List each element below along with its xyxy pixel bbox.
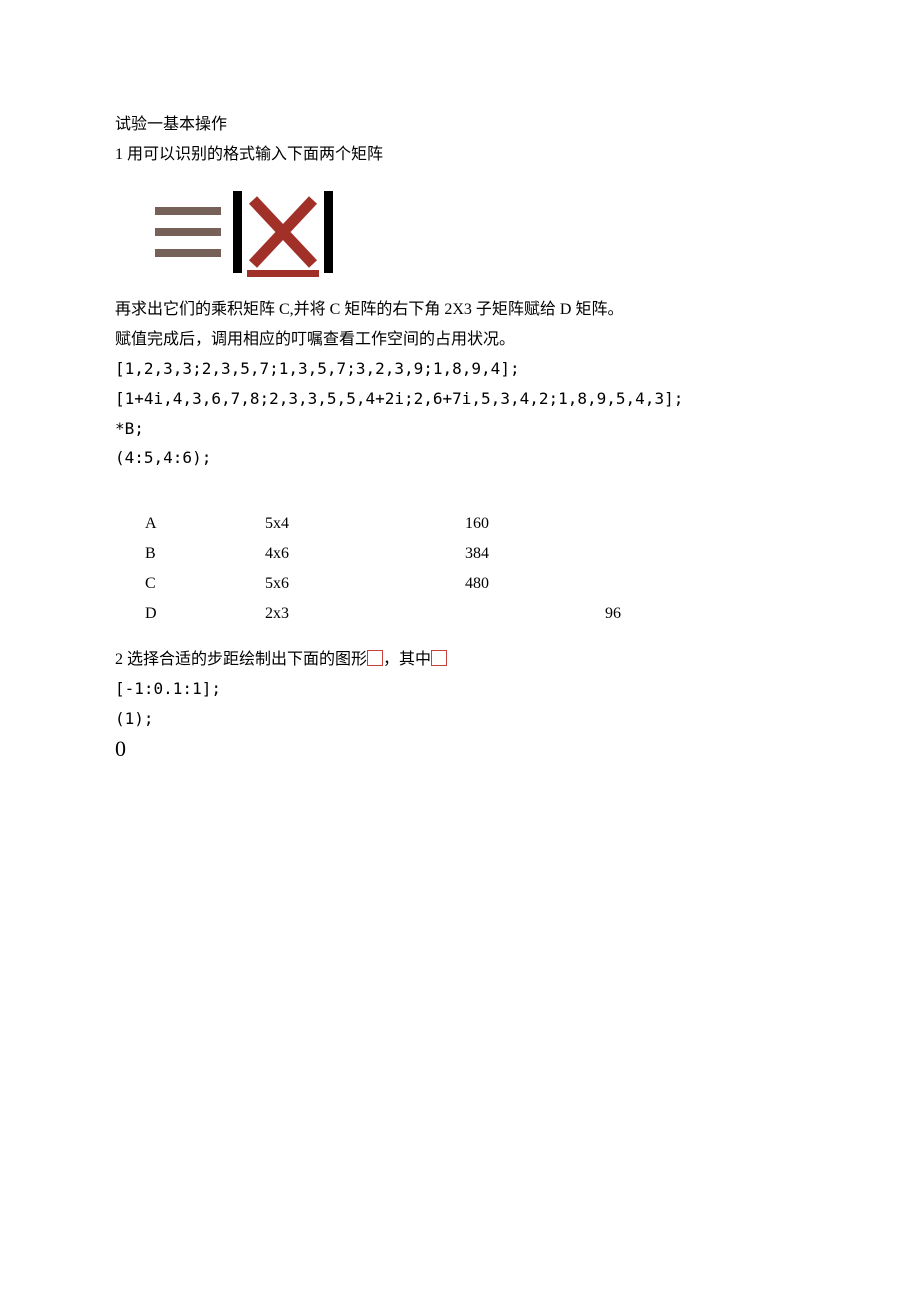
ws-extra [605,569,805,599]
table-row: A 5x4 160 [115,509,805,539]
question-2-heading: 2 选择合适的步距绘制出下面的图形 ，其中 [115,645,805,675]
placeholder-box-icon [431,650,447,666]
ws-name: A [115,509,265,539]
ws-extra [605,509,805,539]
code-line-4: (4:5,4:6); [115,443,805,473]
code-line-6: (1); [115,704,805,734]
code-line-5: [-1:0.1:1]; [115,674,805,704]
ws-name: B [115,539,265,569]
ws-extra: 96 [605,599,805,629]
zero-label: 0 [115,736,805,762]
ws-bytes: 384 [465,539,605,569]
ws-name: D [115,599,265,629]
q2-text-mid: ，其中 [383,651,431,668]
ws-size: 4x6 [265,539,465,569]
ws-bytes [465,599,605,629]
workspace-table: A 5x4 160 B 4x6 384 C 5x6 480 D 2x3 [115,509,805,645]
question-1-heading: 1 用可以识别的格式输入下面两个矩阵 [115,140,805,170]
table-row: C 5x6 480 [115,569,805,599]
code-line-3: *B; [115,414,805,444]
ws-bytes: 160 [465,509,605,539]
ws-size: 5x6 [265,569,465,599]
table-row: D 2x3 96 [115,599,805,629]
matrix-glyph-figure [155,187,805,277]
ws-bytes: 480 [465,569,605,599]
paragraph-2: 赋值完成后，调用相应的叮嘱查看工作空间的占用状况。 [115,325,805,355]
table-row: B 4x6 384 [115,539,805,569]
ws-extra [605,539,805,569]
trigram-icon [155,199,221,265]
code-line-1: [1,2,3,3;2,3,5,7;1,3,5,7;3,2,3,9;1,8,9,4… [115,354,805,384]
code-line-2: [1+4i,4,3,6,7,8;2,3,3,5,5,4+2i;2,6+7i,5,… [115,384,805,414]
doc-title: 试验一基本操作 [115,110,805,140]
placeholder-box-icon [367,650,383,666]
bracketed-x-icon [233,191,333,273]
ws-name: C [115,569,265,599]
ws-size: 5x4 [265,509,465,539]
q2-text-prefix: 2 选择合适的步距绘制出下面的图形 [115,651,367,668]
ws-size: 2x3 [265,599,465,629]
paragraph-1: 再求出它们的乘积矩阵 C,并将 C 矩阵的右下角 2X3 子矩阵赋给 D 矩阵。 [115,295,805,325]
